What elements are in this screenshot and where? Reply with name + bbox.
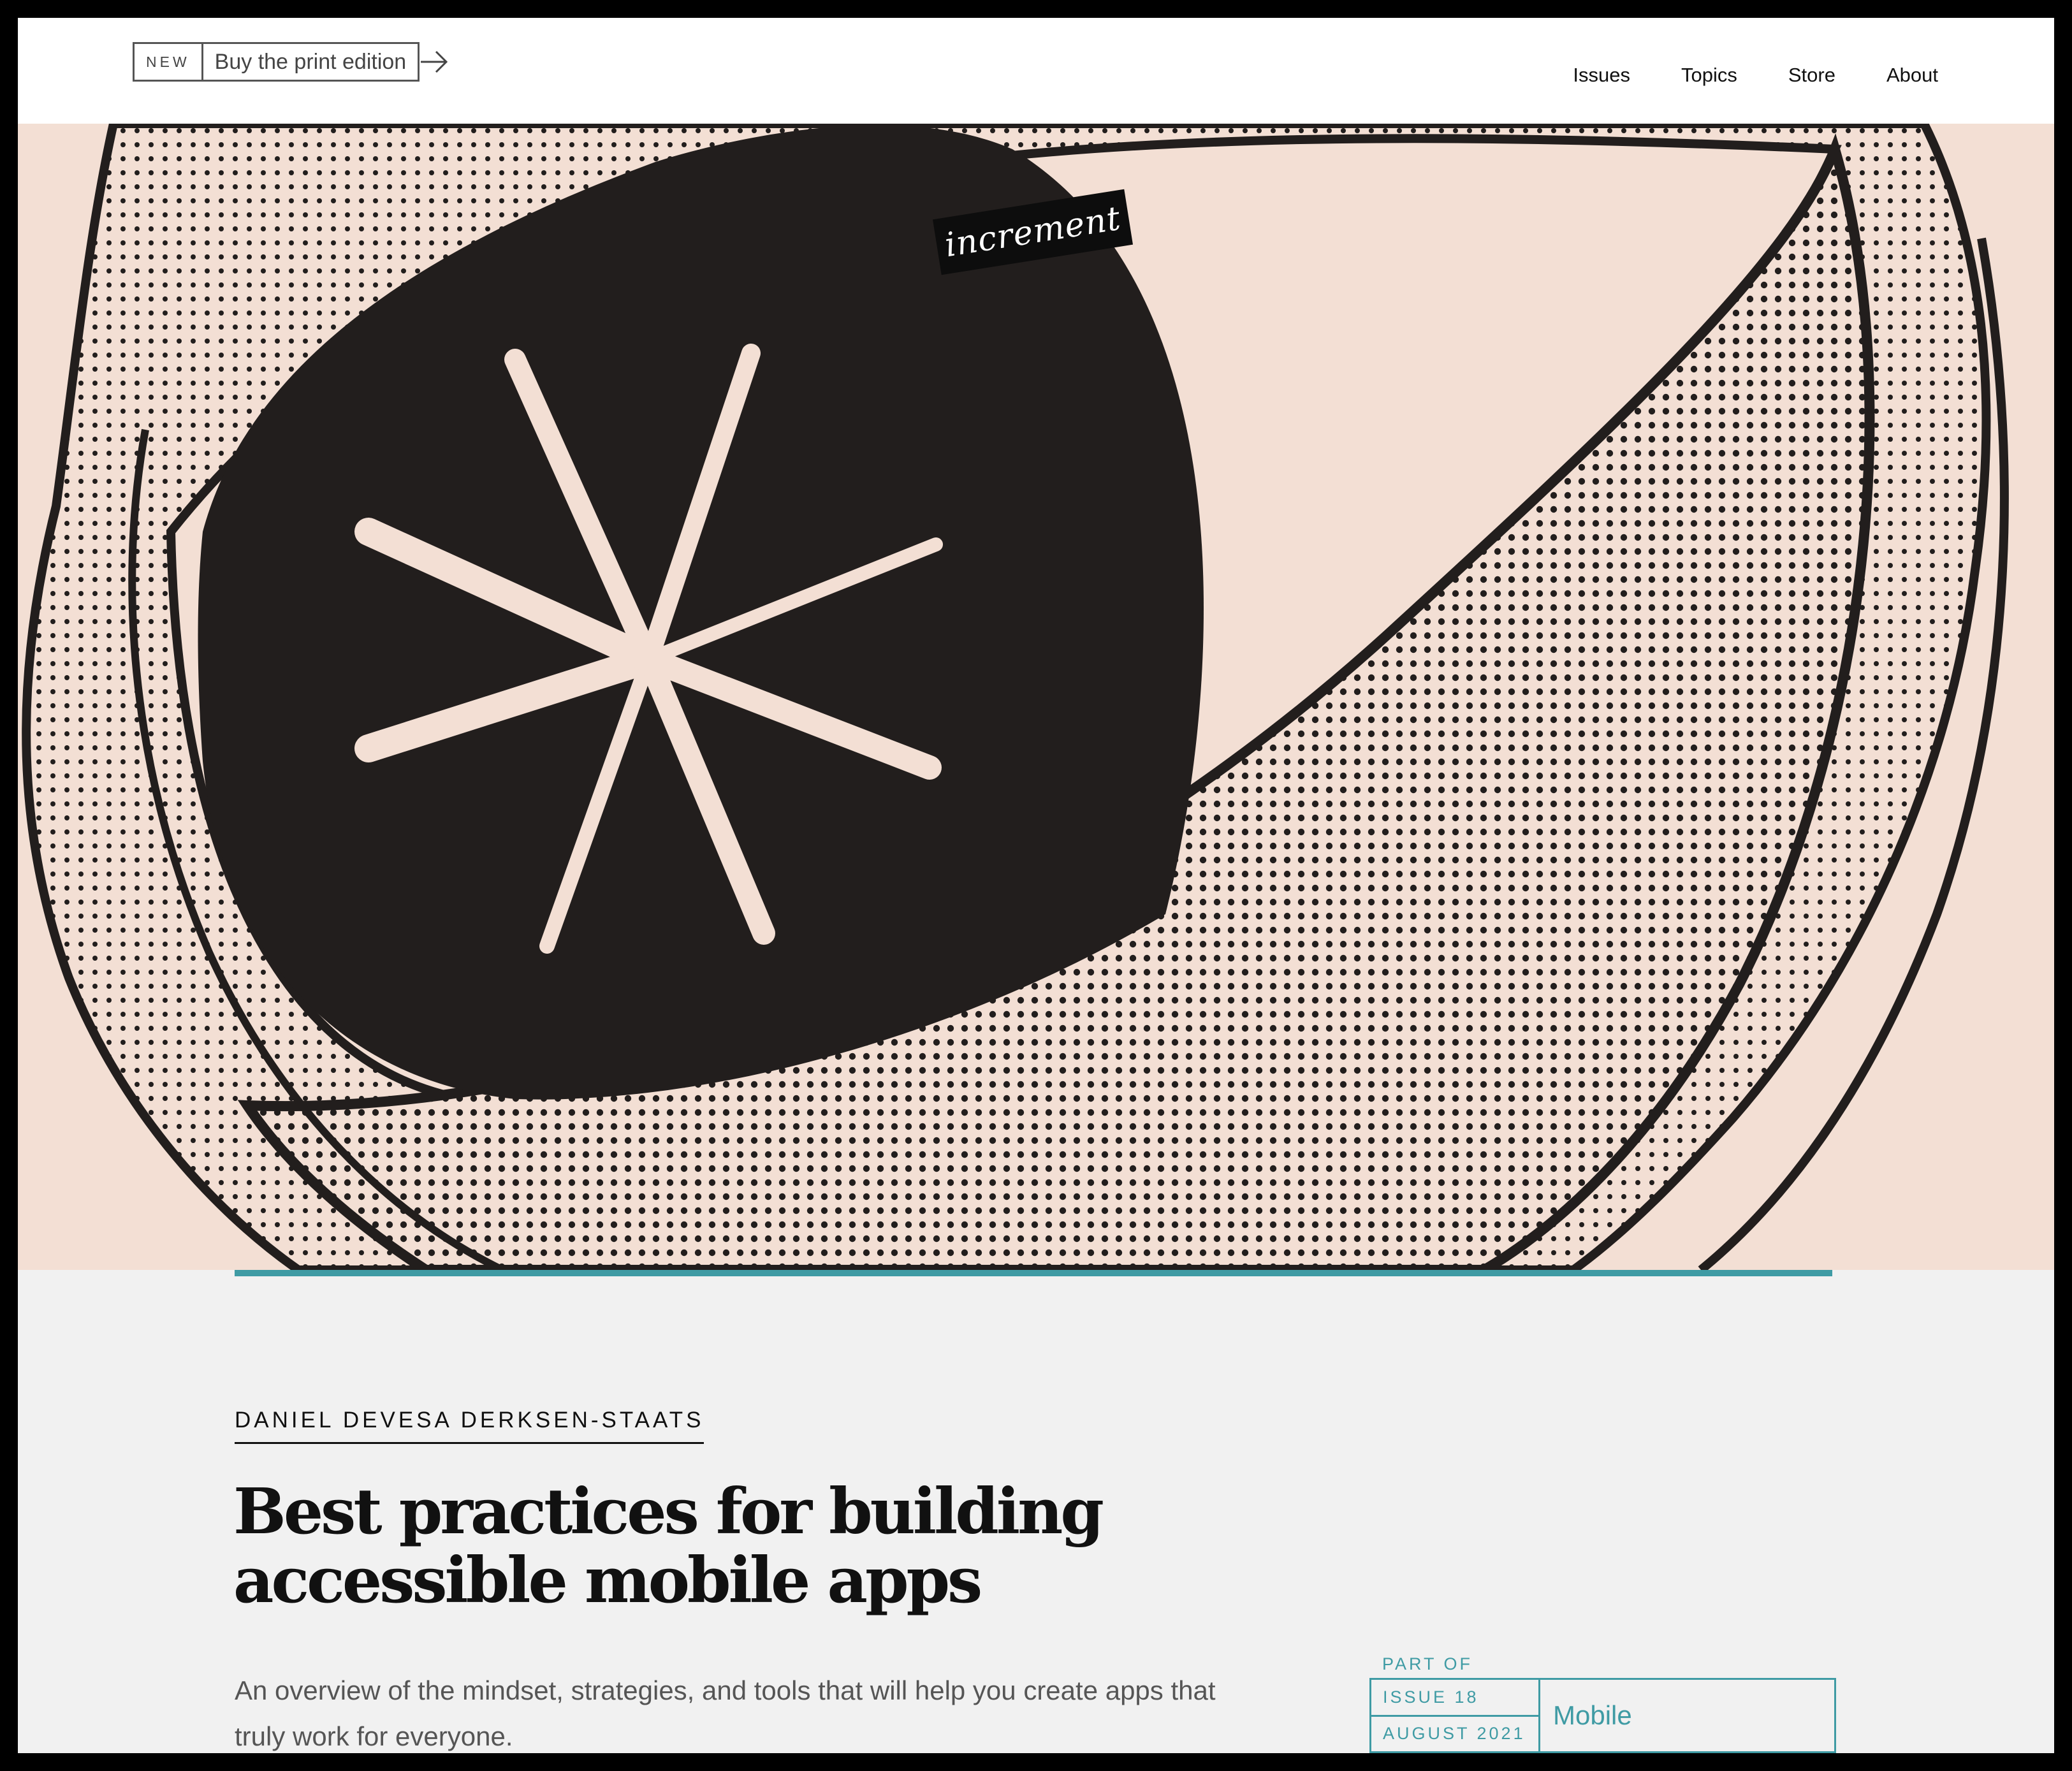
buy-print-edition-link[interactable]: NEW Buy the print edition <box>133 42 449 82</box>
issue-info: PART OF ISSUE 18 AUGUST 2021 Mobile <box>1369 1650 1836 1753</box>
accent-rule <box>235 1270 1832 1276</box>
nav-store[interactable]: Store <box>1788 64 1835 87</box>
title-line-2: accessible mobile apps <box>233 1544 982 1617</box>
site-header: NEW Buy the print edition Issues Topics … <box>18 18 2054 124</box>
issue-date: AUGUST 2021 <box>1371 1714 1538 1752</box>
promo-label: Buy the print edition <box>214 49 407 74</box>
eye-illustration <box>22 124 2009 1270</box>
nav-issues[interactable]: Issues <box>1573 64 1630 87</box>
main-nav: Issues Topics Store About <box>1573 64 1938 87</box>
nav-about[interactable]: About <box>1886 64 1938 87</box>
arrow-right-icon <box>421 50 448 73</box>
issue-meta: ISSUE 18 AUGUST 2021 <box>1371 1680 1540 1751</box>
article-title: Best practices for building accessible m… <box>233 1478 1253 1615</box>
page: NEW Buy the print edition Issues Topics … <box>18 18 2054 1753</box>
article-dek: An overview of the mindset, strategies, … <box>235 1668 1280 1753</box>
new-badge: NEW <box>135 44 203 80</box>
author-byline[interactable]: DANIEL DEVESA DERKSEN-STAATS <box>235 1408 704 1444</box>
part-of-label: PART OF <box>1382 1654 1473 1673</box>
hero-illustration: increment <box>18 124 2054 1270</box>
dek-line-1: An overview of the mindset, strategies, … <box>235 1675 1216 1705</box>
issue-topic-link[interactable]: Mobile <box>1540 1680 1834 1751</box>
issue-number-link[interactable]: ISSUE 18 <box>1371 1680 1538 1715</box>
issue-grid: ISSUE 18 AUGUST 2021 Mobile <box>1369 1678 1836 1753</box>
nav-topics[interactable]: Topics <box>1681 64 1737 87</box>
title-line-1: Best practices for building <box>233 1475 1104 1549</box>
promo-box: NEW Buy the print edition <box>133 42 420 82</box>
dek-line-2: truly work for everyone. <box>235 1721 513 1751</box>
